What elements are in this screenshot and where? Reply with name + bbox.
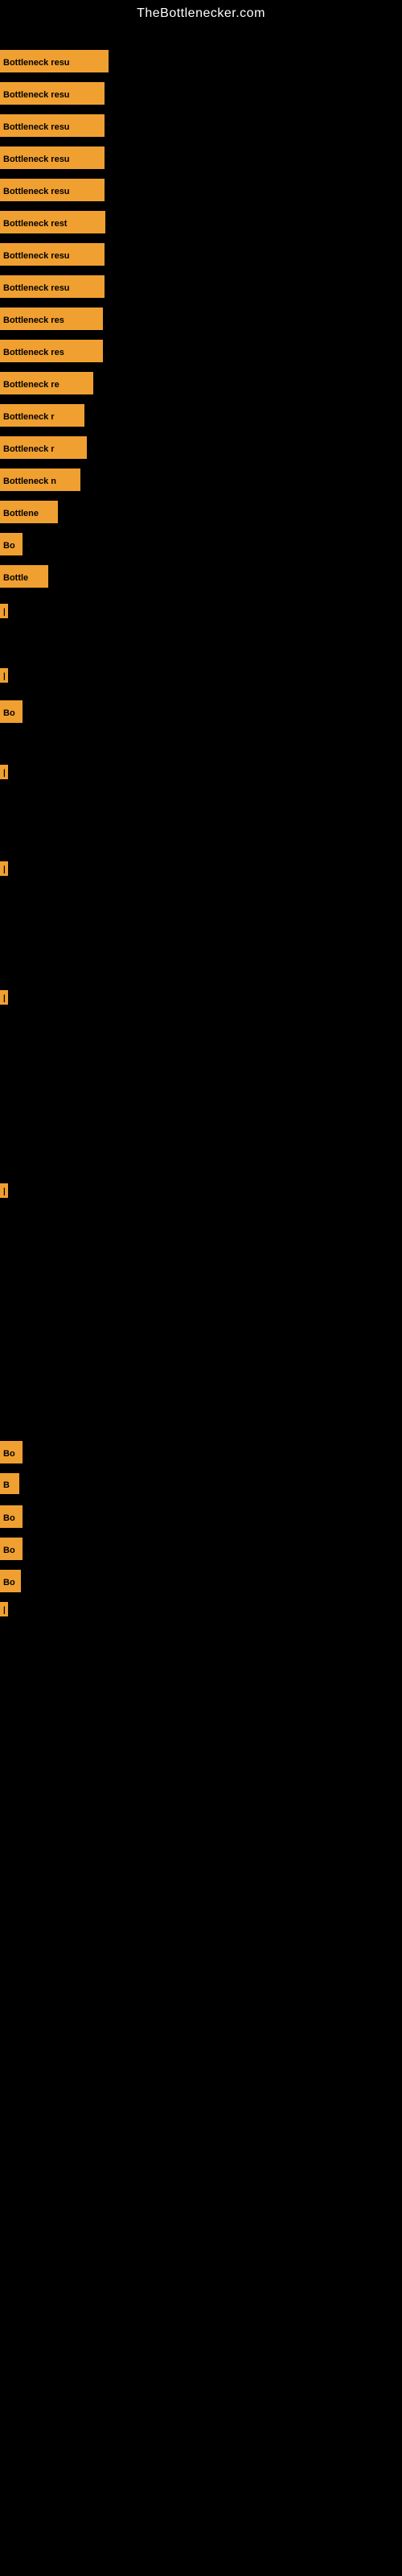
bar-row: Bottleneck re — [0, 372, 93, 394]
bar-row: Bottleneck resu — [0, 179, 105, 201]
bar-label: Bo — [0, 1570, 21, 1592]
bar-row: Bottleneck r — [0, 404, 84, 427]
bar-row: Bo — [0, 533, 23, 555]
bar-row: Bo — [0, 1570, 21, 1592]
bar-label: Bottleneck resu — [0, 147, 105, 169]
bar-label: Bottlene — [0, 501, 58, 523]
bar-row: Bo — [0, 700, 23, 723]
bar-row: Bottleneck res — [0, 308, 103, 330]
bar-row: | — [0, 1183, 8, 1198]
bar-row: Bottle — [0, 565, 48, 588]
bar-row: | — [0, 765, 8, 779]
bar-label: Bo — [0, 533, 23, 555]
bar-label: Bottleneck r — [0, 404, 84, 427]
bar-label: Bottleneck resu — [0, 179, 105, 201]
bar-label: Bottleneck res — [0, 308, 103, 330]
bar-row: B — [0, 1473, 19, 1494]
bar-label: Bottleneck res — [0, 340, 103, 362]
bar-row: | — [0, 990, 8, 1005]
bar-label: Bo — [0, 1505, 23, 1528]
bar-row: | — [0, 1602, 8, 1616]
bar-row: Bottleneck r — [0, 436, 87, 459]
bar-label: Bottleneck resu — [0, 50, 109, 72]
bar-row: | — [0, 668, 8, 683]
bar-row: Bottleneck resu — [0, 243, 105, 266]
bar-label: Bottleneck rest — [0, 211, 105, 233]
bar-label: Bottleneck resu — [0, 275, 105, 298]
bar-row: Bottleneck res — [0, 340, 103, 362]
bar-row: Bottleneck rest — [0, 211, 105, 233]
bar-label: | — [0, 1183, 8, 1198]
bar-label: Bottleneck r — [0, 436, 87, 459]
site-title: TheBottlenecker.com — [0, 0, 402, 24]
bar-row: Bottlene — [0, 501, 58, 523]
bar-label: | — [0, 1602, 8, 1616]
bar-label: Bottleneck resu — [0, 243, 105, 266]
bar-label: Bo — [0, 700, 23, 723]
bar-label: | — [0, 604, 8, 618]
bar-label: Bottle — [0, 565, 48, 588]
bar-row: Bo — [0, 1505, 23, 1528]
bar-label: Bo — [0, 1441, 23, 1463]
bar-label: Bottleneck resu — [0, 114, 105, 137]
bar-label: Bottleneck re — [0, 372, 93, 394]
bar-label: | — [0, 668, 8, 683]
bar-row: Bo — [0, 1538, 23, 1560]
bar-label: B — [0, 1473, 19, 1494]
bar-row: | — [0, 861, 8, 876]
bar-label: | — [0, 765, 8, 779]
bar-row: Bottleneck resu — [0, 147, 105, 169]
bar-row: | — [0, 604, 8, 618]
bar-label: | — [0, 861, 8, 876]
bar-label: Bottleneck n — [0, 469, 80, 491]
bar-row: Bottleneck resu — [0, 50, 109, 72]
bar-row: Bottleneck n — [0, 469, 80, 491]
bar-label: Bo — [0, 1538, 23, 1560]
bar-row: Bottleneck resu — [0, 114, 105, 137]
bar-label: Bottleneck resu — [0, 82, 105, 105]
bar-label: | — [0, 990, 8, 1005]
bar-row: Bo — [0, 1441, 23, 1463]
bar-row: Bottleneck resu — [0, 82, 105, 105]
bar-row: Bottleneck resu — [0, 275, 105, 298]
